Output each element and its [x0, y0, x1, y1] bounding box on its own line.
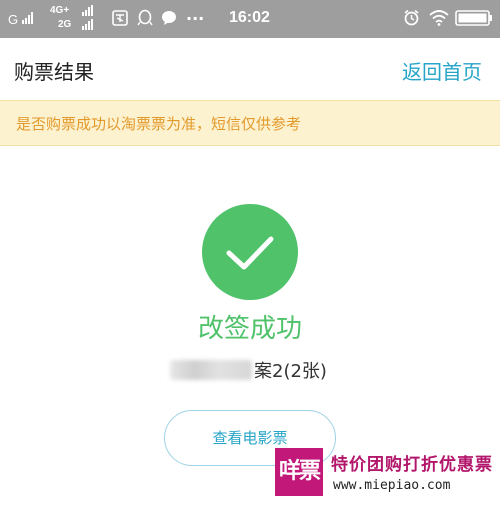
blurred-movie-name	[170, 360, 252, 380]
watermark: 咩票 特价团购打折优惠票 www.miepiao.com	[275, 444, 500, 505]
signal-icon	[82, 19, 93, 30]
alarm-icon	[404, 9, 419, 26]
signal-icon	[82, 5, 93, 16]
ticket-count: 案2(2张)	[254, 361, 327, 382]
wifi-icon	[429, 10, 449, 26]
notice-text: 是否购票成功以淘票票为准，短信仅供参考	[16, 115, 302, 133]
app-notification-icon	[112, 10, 128, 26]
success-title: 改签成功	[197, 314, 302, 344]
page-header: 购票结果 返回首页	[0, 38, 500, 100]
watermark-slogan: 特价团购打折优惠票	[331, 455, 493, 475]
carrier-label: G	[8, 12, 19, 27]
network-4g-label: 4G+	[50, 5, 70, 16]
clock-time: 16:02	[229, 9, 270, 26]
status-bar: G 4G+ 2G ··· 16:02	[0, 0, 500, 38]
back-to-home-link[interactable]: 返回首页	[402, 56, 482, 85]
qq-icon	[137, 9, 153, 26]
watermark-url: www.miepiao.com	[333, 478, 451, 493]
signal-icon	[22, 12, 33, 24]
notice-banner: 是否购票成功以淘票票为准，短信仅供参考	[0, 100, 500, 146]
more-notifications-icon: ···	[186, 9, 205, 28]
ticket-info: 案2(2张)	[170, 356, 327, 384]
watermark-logo: 咩票	[275, 448, 323, 496]
message-icon	[162, 11, 176, 25]
network-2g-label: 2G	[58, 19, 72, 30]
battery-icon	[455, 10, 492, 26]
success-check-icon	[202, 204, 298, 300]
page-title: 购票结果	[14, 60, 94, 84]
